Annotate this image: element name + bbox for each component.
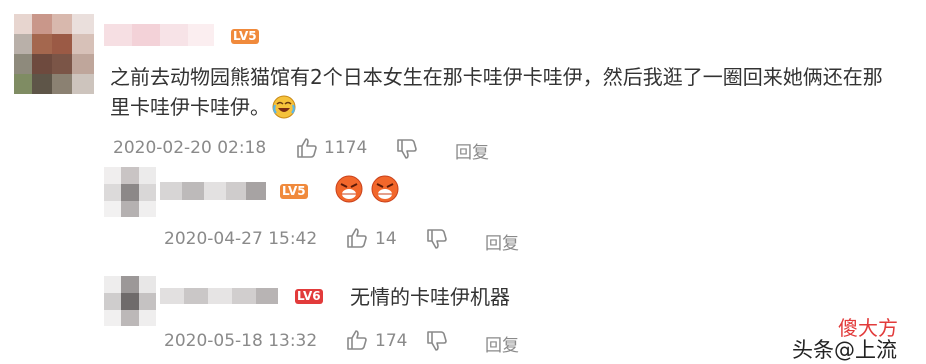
watermark-handle: @上流: [834, 338, 897, 362]
thumbs-up-icon[interactable]: [346, 227, 368, 253]
like-count: 1174: [324, 138, 368, 158]
like-count: 174: [375, 331, 408, 351]
username[interactable]: [160, 288, 278, 304]
username[interactable]: [104, 24, 214, 46]
reply-button[interactable]: 回复: [485, 229, 519, 254]
level-badge: LV5: [280, 184, 308, 199]
thumbs-up-icon[interactable]: [296, 137, 318, 163]
comment-text: 无情的卡哇伊机器: [350, 285, 510, 309]
laughing-cry-emoji: [272, 95, 296, 119]
comment-text-line-1: 之前去动物园熊猫馆有2个日本女生在那卡哇伊卡哇伊，然后我逛了一圈回来她俩还在那: [110, 65, 883, 89]
avatar[interactable]: [14, 14, 94, 94]
timestamp: 2020-05-18 13:32: [164, 331, 318, 351]
timestamp: 2020-04-27 15:42: [164, 229, 318, 249]
avatar[interactable]: [104, 276, 156, 326]
level-badge: LV6: [295, 289, 323, 304]
thumbs-down-icon[interactable]: [396, 138, 418, 164]
timestamp: 2020-02-20 02:18: [113, 138, 267, 158]
username[interactable]: [160, 182, 266, 200]
angry-face-emoji: [370, 174, 400, 208]
comment-text: 之前去动物园熊猫馆有2个日本女生在那卡哇伊卡哇伊，然后我逛了一圈回来她俩还在那 …: [110, 62, 920, 122]
avatar[interactable]: [104, 167, 156, 217]
thumbs-down-icon[interactable]: [426, 228, 448, 254]
thumbs-up-icon[interactable]: [346, 329, 368, 355]
reply-button[interactable]: 回复: [455, 138, 489, 163]
thumbs-down-icon[interactable]: [426, 330, 448, 356]
level-badge: LV5: [231, 29, 259, 44]
watermark-text: 头条@上流: [792, 334, 897, 364]
reply-button[interactable]: 回复: [485, 331, 519, 356]
angry-face-emoji: [334, 174, 364, 208]
comment-text-line-2: 里卡哇伊卡哇伊。: [110, 95, 270, 119]
like-count: 14: [375, 229, 397, 249]
watermark-brand: 头条: [792, 338, 834, 362]
